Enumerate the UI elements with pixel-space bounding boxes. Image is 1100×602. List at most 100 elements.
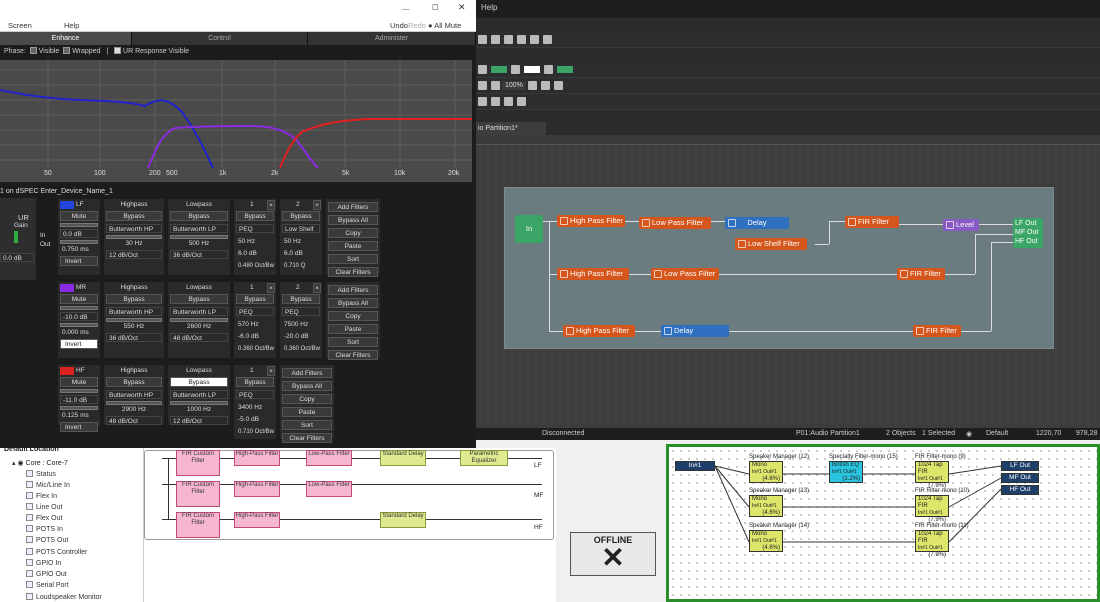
gain-slider[interactable] bbox=[60, 306, 98, 310]
fir-filter-block-3[interactable]: FIR Filter bbox=[913, 325, 961, 337]
tree-item-line-out[interactable]: Line Out bbox=[26, 503, 62, 511]
wire-icon[interactable] bbox=[478, 97, 487, 106]
fir-filter-10-block[interactable]: 1024 Tap FIR In#1 Out#1 (7.9%) bbox=[915, 495, 949, 523]
zoom-out-icon[interactable] bbox=[491, 81, 500, 90]
tree-item-pots-in[interactable]: POTS In bbox=[26, 525, 63, 533]
high-pass-filter-block-3[interactable]: High-Pass Filter bbox=[234, 512, 280, 528]
delay-value[interactable]: 0.125 ms bbox=[60, 411, 98, 420]
peq2-type-select[interactable]: Low Shelf bbox=[282, 224, 320, 233]
crossover-schematic[interactable]: FIR Custom Filter High-Pass Filter Low-P… bbox=[144, 448, 556, 602]
text-color-swatch[interactable] bbox=[524, 66, 540, 73]
filter-action-copy-button[interactable]: Copy bbox=[328, 311, 378, 321]
filter-action-add-filters-button[interactable]: Add Filters bbox=[282, 368, 332, 378]
lowpass-freq-value[interactable]: 1000 Hz bbox=[170, 406, 228, 413]
high-pass-filter-block-2[interactable]: High-Pass Filter bbox=[234, 481, 280, 497]
tree-item-status[interactable]: Status bbox=[26, 470, 56, 478]
highpass-freq-value[interactable]: 30 Hz bbox=[106, 240, 162, 247]
mf-out-node[interactable]: MF Out bbox=[1001, 473, 1039, 483]
lowpass-freq-value[interactable]: 2600 Hz bbox=[170, 323, 228, 330]
delay-value[interactable]: 0.750 ms bbox=[60, 245, 98, 254]
fir-filter-11-block[interactable]: 1024 Tap FIR In#1 Out#1 (7.9%) bbox=[915, 530, 949, 558]
gain-slider[interactable] bbox=[60, 389, 98, 393]
speaker-manager-13-block[interactable]: Mono In#1 Out#1 (4.6%) bbox=[749, 495, 783, 517]
highpass-type-select[interactable]: Butterworth HP bbox=[106, 307, 162, 316]
pen-icon[interactable] bbox=[544, 65, 553, 74]
tree-item-flex-out[interactable]: Flex Out bbox=[26, 514, 62, 522]
tree-item-pots-controller[interactable]: POTS Controller bbox=[26, 548, 87, 556]
invert-button[interactable]: Invert bbox=[60, 339, 98, 349]
menu-help[interactable]: Help bbox=[64, 21, 79, 30]
close-icon[interactable]: ✕ bbox=[458, 2, 466, 13]
tab-enhance[interactable]: Enhance bbox=[0, 32, 132, 45]
lowpass-bypass-button[interactable]: Bypass bbox=[170, 294, 228, 304]
maximize-icon[interactable]: ☐ bbox=[432, 3, 439, 12]
delay-slider[interactable] bbox=[60, 406, 98, 410]
zoom-level[interactable]: 100% bbox=[502, 81, 526, 90]
partition-tab[interactable]: io Partition1* bbox=[476, 122, 546, 135]
highpass-type-select[interactable]: Butterworth HP bbox=[106, 224, 162, 233]
peq2-close-icon[interactable]: × bbox=[313, 283, 321, 293]
peq1-close-icon[interactable]: × bbox=[267, 283, 275, 293]
fir-custom-filter-block[interactable]: FIR Custom Filter bbox=[176, 450, 220, 476]
lowpass-freq-slider[interactable] bbox=[170, 401, 228, 405]
q-sys-schematic[interactable]: In#1 Speaker Manager (12) Mono In#1 Out#1… bbox=[666, 444, 1100, 602]
highpass-slope-select[interactable]: 36 dB/Oct bbox=[106, 333, 162, 342]
undo-icon[interactable] bbox=[504, 35, 513, 44]
filter-action-bypass-all-button[interactable]: Bypass All bbox=[282, 381, 332, 391]
peq1-freq-value[interactable]: 3400 Hz bbox=[236, 403, 274, 412]
lowpass-type-select[interactable]: Butterworth LP bbox=[170, 224, 228, 233]
lowpass-slope-select[interactable]: 12 dB/Oct bbox=[170, 416, 228, 425]
mute-button[interactable]: Mute bbox=[60, 294, 98, 304]
lowpass-slope-select[interactable]: 36 dB/Oct bbox=[170, 250, 228, 259]
peq1-freq-value[interactable]: 570 Hz bbox=[236, 320, 274, 329]
fir-custom-filter-block-2[interactable]: FIR Custom Filter bbox=[176, 481, 220, 507]
standard-delay-block[interactable]: Standard Delay bbox=[380, 450, 426, 466]
lowpass-type-select[interactable]: Butterworth LP bbox=[170, 307, 228, 316]
tree-item-loudspeaker-monitor[interactable]: Loudspeaker Monitor bbox=[26, 593, 102, 601]
delay-slider[interactable] bbox=[60, 240, 98, 244]
highpass-freq-value[interactable]: 550 Hz bbox=[106, 323, 162, 330]
fill-color-swatch[interactable] bbox=[491, 66, 507, 73]
tab-administer[interactable]: Administer bbox=[308, 32, 476, 45]
fir-filter-block[interactable]: FIR Filter bbox=[845, 216, 899, 228]
frequency-response-graph[interactable]: 50 100 200 500 1k 2k 5k 10k 20k bbox=[0, 60, 472, 182]
delay-slider[interactable] bbox=[60, 323, 98, 327]
crossover-container[interactable]: In High Pass Filter Low Pass Filter Dela… bbox=[504, 187, 1054, 349]
peq2-bandwidth-value[interactable]: 0.360 Oct/Bw bbox=[282, 345, 322, 354]
filter-action-clear-filters-button[interactable]: Clear Filters bbox=[328, 350, 378, 360]
tab-control[interactable]: Control bbox=[132, 32, 308, 45]
filter-action-paste-button[interactable]: Paste bbox=[328, 241, 378, 251]
default-view[interactable]: Default bbox=[986, 430, 1008, 437]
filter-action-copy-button[interactable]: Copy bbox=[282, 394, 332, 404]
color-fill-icon[interactable] bbox=[478, 65, 487, 74]
high-pass-filter-block-2[interactable]: High Pass Filter bbox=[557, 268, 629, 280]
filter-action-copy-button[interactable]: Copy bbox=[328, 228, 378, 238]
tree-core[interactable]: ▴ ◉ Core : Core-7 bbox=[12, 459, 68, 467]
highpass-freq-slider[interactable] bbox=[106, 401, 162, 405]
peq2-freq-value[interactable]: 7500 Hz bbox=[282, 320, 320, 329]
mute-button[interactable]: Mute bbox=[60, 211, 98, 221]
filter-action-add-filters-button[interactable]: Add Filters bbox=[328, 202, 378, 212]
parametric-equalizer-block[interactable]: Parametric Equalizer bbox=[460, 450, 508, 466]
lowpass-freq-slider[interactable] bbox=[170, 318, 228, 322]
peq2-gain-value[interactable]: -20.0 dB bbox=[282, 332, 320, 341]
eye-icon[interactable]: ◉ bbox=[966, 430, 972, 438]
specialty-filter-block[interactable]: British EQ In#1 Out#1 (1.2%) bbox=[829, 461, 863, 483]
highpass-slope-select[interactable]: 12 dB/Oct bbox=[106, 250, 162, 259]
level-block[interactable]: Level bbox=[943, 219, 979, 231]
filter-action-sort-button[interactable]: Sort bbox=[282, 420, 332, 430]
input-block[interactable]: In bbox=[515, 215, 543, 243]
menu-help[interactable]: Help bbox=[481, 3, 497, 12]
shape-icon[interactable] bbox=[504, 97, 513, 106]
arrow-icon[interactable] bbox=[491, 97, 500, 106]
zoom-in-icon[interactable] bbox=[478, 81, 487, 90]
lowpass-type-select[interactable]: Butterworth LP bbox=[170, 390, 228, 399]
speaker-manager-12-block[interactable]: Mono In#1 Out#1 (4.6%) bbox=[749, 461, 783, 483]
lf-out-node[interactable]: LF Out bbox=[1001, 461, 1039, 471]
peq1-bandwidth-value[interactable]: 0.480 Oct/Bw bbox=[236, 262, 276, 271]
tree-item-gpio-in[interactable]: GPIO In bbox=[26, 559, 61, 567]
filter-action-paste-button[interactable]: Paste bbox=[328, 324, 378, 334]
arrange-icon[interactable] bbox=[517, 97, 526, 106]
line-color-swatch[interactable] bbox=[557, 66, 573, 73]
tree-item-flex-in[interactable]: Flex In bbox=[26, 492, 57, 500]
